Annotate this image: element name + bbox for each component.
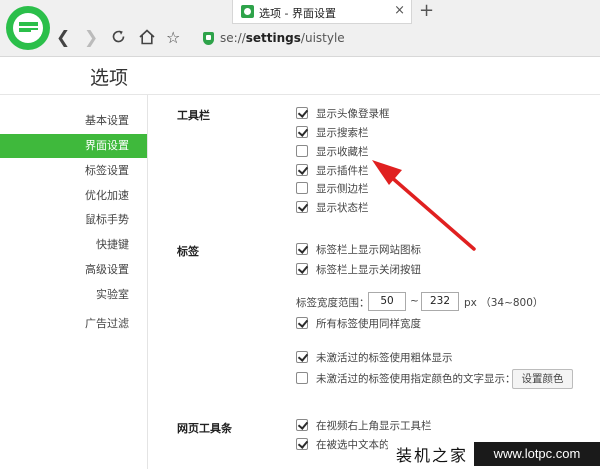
watermark-text: 装机之家 [396, 446, 469, 465]
watermark: 装机之家 www.lotpc.com [388, 436, 600, 469]
annotation-arrow [372, 160, 476, 251]
arrow-shaft [388, 174, 476, 251]
watermark-url: www.lotpc.com [474, 442, 600, 466]
